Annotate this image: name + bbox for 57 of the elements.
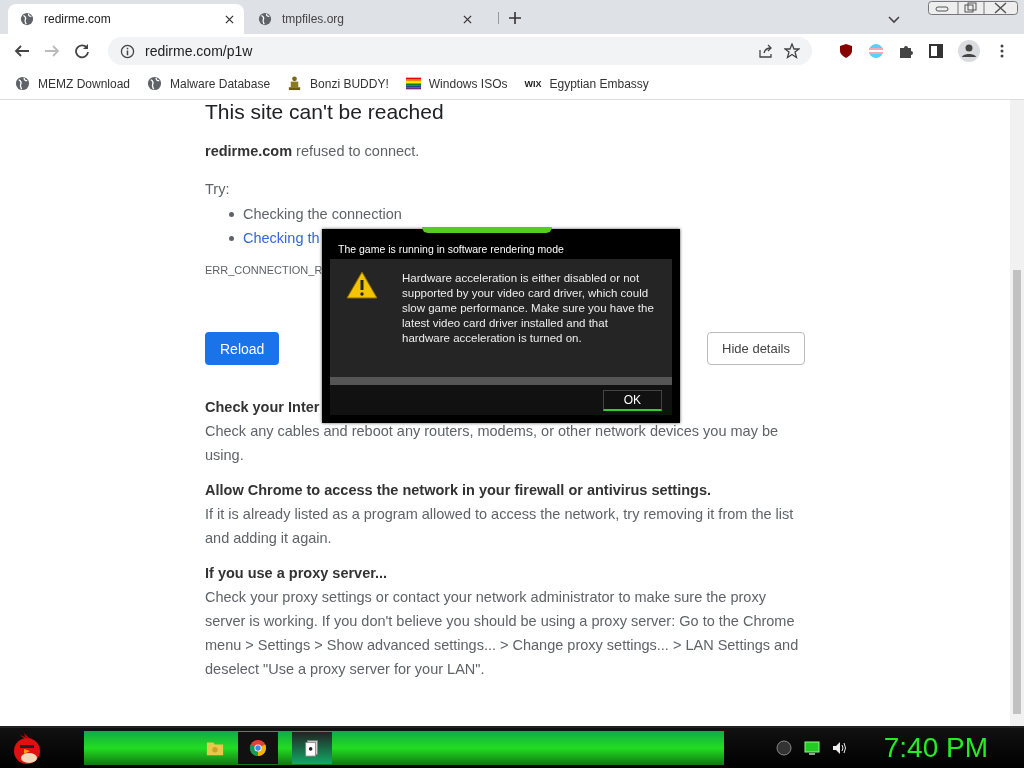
warning-icon	[346, 271, 378, 299]
section-heading: Allow Chrome to access the network in your firewall or antivirus settings.	[205, 481, 711, 500]
share-icon[interactable]	[758, 43, 774, 59]
profile-icon[interactable]	[958, 40, 980, 62]
puzzle-icon[interactable]	[898, 43, 914, 59]
globe-icon	[20, 12, 34, 26]
star-icon[interactable]	[784, 43, 800, 59]
bookmark[interactable]: Bonzi BUDDY!	[287, 76, 389, 91]
section-text: If it is already listed as a program allowed to access the network, try removing it from the list and adding it again.	[205, 505, 795, 548]
info-icon	[120, 43, 135, 59]
dialog-title: The game is running in software rendering mode	[337, 242, 565, 257]
suggestion-link[interactable]: Checking th	[243, 230, 320, 246]
taskbar-button[interactable]	[292, 732, 332, 764]
chevron-down-icon[interactable]	[888, 16, 900, 24]
globe-icon	[147, 76, 163, 91]
taskbar-button[interactable]	[238, 732, 278, 764]
hide-details-button[interactable]: Hide details	[707, 332, 805, 365]
clock: 7:40 PM	[883, 732, 988, 764]
cards-icon	[303, 739, 321, 757]
scrollbar[interactable]	[1010, 100, 1024, 726]
browser-tab[interactable]: redirme.com	[8, 4, 244, 34]
back-icon[interactable]	[14, 43, 30, 59]
side-panel-icon[interactable]	[928, 43, 944, 59]
rainbow-flag-icon	[405, 76, 421, 91]
reload-button[interactable]: Reload	[205, 332, 280, 365]
speaker-icon[interactable]	[831, 740, 848, 756]
bullet	[229, 211, 234, 217]
browser-tab[interactable]: tmpfiles.org	[246, 4, 482, 34]
suggestion-text: Checking the connection	[243, 206, 402, 222]
globe-icon	[15, 76, 30, 91]
section-heading: Check your Inter	[205, 398, 320, 417]
section-heading: If you use a proxy server...	[205, 564, 388, 583]
address-bar[interactable]: redirme.com/p1w	[108, 37, 812, 65]
bookmark[interactable]: Malware Database	[147, 76, 271, 91]
new-tab-icon[interactable]	[498, 12, 521, 24]
bookmark[interactable]: MEMZ Download	[15, 76, 131, 91]
globe-icon	[258, 12, 272, 26]
error-heading: This site can't be reached	[205, 100, 445, 124]
reload-icon[interactable]	[74, 43, 90, 59]
monitor-icon[interactable]	[803, 740, 820, 756]
close-icon[interactable]	[225, 14, 234, 24]
shield-icon[interactable]	[838, 43, 854, 59]
section-text: Check any cables and reboot any routers, modems, or other network devices you may be using.	[205, 422, 780, 465]
bookmark[interactable]: Windows ISOs	[405, 76, 508, 91]
dialog-message: Hardware acceleration is either disabled or not supported by your video card driver, which could slow game performance. Make sure you have the latest video card driver installed and that hardware acceleration is turned on.	[402, 271, 655, 346]
figure-icon	[287, 76, 303, 91]
wix-logo: WIX	[524, 78, 542, 89]
error-code: ERR_CONNECTION_R	[205, 264, 324, 276]
try-label: Try:	[205, 180, 231, 199]
error-message: redirme.com refused to connect.	[205, 142, 421, 161]
section-text: Check your proxy settings or contact your network administrator to make sure the proxy server is working. If you don't believe you should be using a proxy server: Go to the Chrome menu > Settings > Show advanced settings... > Change proxy settings... > LAN Settings and deselect "Use a proxy server for your LAN".	[205, 588, 800, 679]
window-controls[interactable]	[928, 0, 1018, 16]
chrome-icon	[249, 739, 267, 757]
bookmark[interactable]: WIX Egyptian Embassy	[524, 76, 649, 91]
bullet	[229, 235, 234, 241]
close-icon[interactable]	[463, 14, 472, 24]
ok-button[interactable]: OK	[602, 389, 662, 411]
